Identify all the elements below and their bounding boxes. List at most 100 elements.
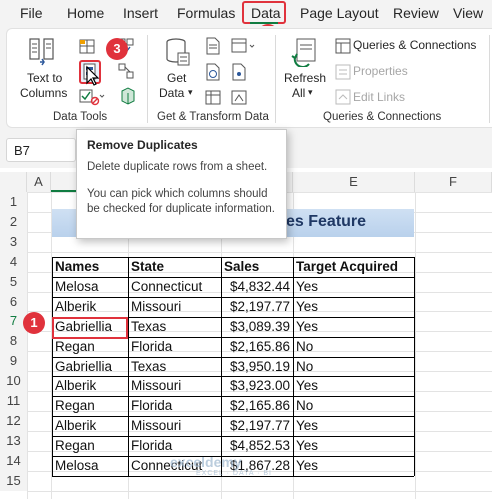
queries-icon[interactable] xyxy=(231,89,247,107)
active-cell-b7[interactable] xyxy=(52,317,128,339)
cell-target-acquired[interactable]: Yes xyxy=(293,297,414,317)
refresh-chevron-icon[interactable]: ▾ xyxy=(308,87,313,98)
menu-review[interactable]: Review xyxy=(393,5,439,21)
row-header[interactable]: 12 xyxy=(0,410,27,431)
get-data-label-1[interactable]: Get xyxy=(167,71,186,85)
mouse-pointer-icon xyxy=(86,65,100,86)
cell-names[interactable]: Alberik xyxy=(52,416,128,436)
row-header[interactable]: 8 xyxy=(0,331,27,352)
column-header-a[interactable]: A xyxy=(27,172,51,192)
cell-sales[interactable]: $3,950.19 xyxy=(221,357,293,377)
cell-target-acquired[interactable]: Yes xyxy=(293,416,414,436)
relationships-icon[interactable] xyxy=(117,62,135,80)
select-all-corner[interactable] xyxy=(0,172,27,192)
queries-connections-button[interactable]: Queries & Connections xyxy=(353,38,476,52)
cell-sales[interactable]: $2,197.77 xyxy=(221,416,293,436)
data-tab-highlight xyxy=(242,1,286,24)
cell-sales[interactable]: $3,923.00 xyxy=(221,376,293,396)
row-header[interactable]: 5 xyxy=(0,271,27,292)
cell-target-acquired[interactable]: Yes xyxy=(293,456,414,476)
group-separator xyxy=(489,35,490,123)
cell-sales[interactable]: $2,165.86 xyxy=(221,337,293,357)
cell-state[interactable]: Texas xyxy=(128,317,221,337)
properties-button[interactable]: Properties xyxy=(353,64,408,78)
cell-target-acquired[interactable]: Yes xyxy=(293,376,414,396)
cell-sales[interactable]: $4,852.53 xyxy=(221,436,293,456)
row-header[interactable]: 2 xyxy=(0,211,27,232)
column-header-f[interactable]: F xyxy=(415,172,492,192)
table-border xyxy=(52,257,53,476)
row-header[interactable]: 4 xyxy=(0,251,27,272)
column-header-e[interactable]: E xyxy=(293,172,415,192)
row-header[interactable]: 1 xyxy=(0,192,27,212)
menu-formulas[interactable]: Formulas xyxy=(177,5,235,21)
menu-page-layout[interactable]: Page Layout xyxy=(300,5,379,21)
cell-names[interactable]: Gabriellia xyxy=(52,357,128,377)
menu-insert[interactable]: Insert xyxy=(123,5,158,21)
cell-names[interactable]: Melosa xyxy=(52,277,128,297)
row-header[interactable]: 9 xyxy=(0,351,27,372)
data-model-icon[interactable] xyxy=(119,87,137,107)
cell-sales[interactable]: $2,165.86 xyxy=(221,396,293,416)
row-header[interactable]: 6 xyxy=(0,291,27,312)
from-text-icon[interactable] xyxy=(205,37,221,55)
cell-state[interactable]: Missouri xyxy=(128,376,221,396)
get-data-label-2[interactable]: Data xyxy=(159,86,184,100)
recent-sources-icon[interactable] xyxy=(231,37,257,55)
cell-target-acquired[interactable]: No xyxy=(293,337,414,357)
refresh-all-label-2[interactable]: All xyxy=(292,86,305,100)
refresh-all-label-1[interactable]: Refresh xyxy=(284,71,326,85)
cell-state[interactable]: Texas xyxy=(128,357,221,377)
cell-state[interactable]: Florida xyxy=(128,396,221,416)
table-header-sales[interactable]: Sales xyxy=(221,257,293,277)
row-header[interactable]: 3 xyxy=(0,231,27,252)
cell-names[interactable]: Alberik xyxy=(52,297,128,317)
menu-bar: File Home Insert Formulas Data Page Layo… xyxy=(0,0,492,26)
cell-target-acquired[interactable]: No xyxy=(293,357,414,377)
cell-names[interactable]: Melosa xyxy=(52,456,128,476)
row-header[interactable]: 13 xyxy=(0,430,27,451)
table-border xyxy=(52,376,414,378)
text-to-columns-label-1[interactable]: Text to xyxy=(27,71,62,85)
refresh-all-icon xyxy=(291,38,316,67)
get-data-chevron-icon[interactable]: ▾ xyxy=(188,87,193,98)
cell-state[interactable]: Missouri xyxy=(128,297,221,317)
table-border xyxy=(414,257,415,476)
row-header[interactable]: 14 xyxy=(0,450,27,471)
cell-names[interactable]: Regan xyxy=(52,436,128,456)
cell-state[interactable]: Missouri xyxy=(128,416,221,436)
menu-file[interactable]: File xyxy=(20,5,43,21)
menu-home[interactable]: Home xyxy=(67,5,104,21)
gridline xyxy=(415,192,416,499)
row-header[interactable]: 15 xyxy=(0,470,27,491)
cell-sales[interactable]: $2,197.77 xyxy=(221,297,293,317)
cell-sales[interactable]: $4,832.44 xyxy=(221,277,293,297)
text-to-columns-label-2[interactable]: Columns xyxy=(20,86,67,100)
from-table-icon[interactable] xyxy=(205,89,221,107)
table-header-target-acquired[interactable]: Target Acquired xyxy=(293,257,414,277)
cell-target-acquired[interactable]: Yes xyxy=(293,277,414,297)
table-header-names[interactable]: Names xyxy=(52,257,128,277)
table-header-state[interactable]: State xyxy=(128,257,221,277)
edit-links-button[interactable]: Edit Links xyxy=(353,90,405,104)
data-tools-group-label: Data Tools xyxy=(53,111,108,123)
cell-target-acquired[interactable]: No xyxy=(293,396,414,416)
existing-connections-icon[interactable] xyxy=(231,63,247,81)
menu-view[interactable]: View xyxy=(453,5,483,21)
row-header[interactable]: 11 xyxy=(0,391,27,411)
data-validation-icon[interactable] xyxy=(79,88,105,106)
cell-sales[interactable]: $3,089.39 xyxy=(221,317,293,337)
cell-state[interactable]: Florida xyxy=(128,337,221,357)
cell-names[interactable]: Regan xyxy=(52,337,128,357)
from-web-icon[interactable] xyxy=(205,63,221,81)
flash-fill-icon[interactable] xyxy=(79,37,97,55)
table-border xyxy=(52,396,414,398)
cell-state[interactable]: Florida xyxy=(128,436,221,456)
cell-target-acquired[interactable]: Yes xyxy=(293,317,414,337)
row-header[interactable]: 10 xyxy=(0,371,27,392)
cell-names[interactable]: Regan xyxy=(52,396,128,416)
cell-target-acquired[interactable]: Yes xyxy=(293,436,414,456)
cell-names[interactable]: Alberik xyxy=(52,376,128,396)
cell-state[interactable]: Connecticut xyxy=(128,277,221,297)
name-box[interactable]: B7 xyxy=(6,138,76,162)
